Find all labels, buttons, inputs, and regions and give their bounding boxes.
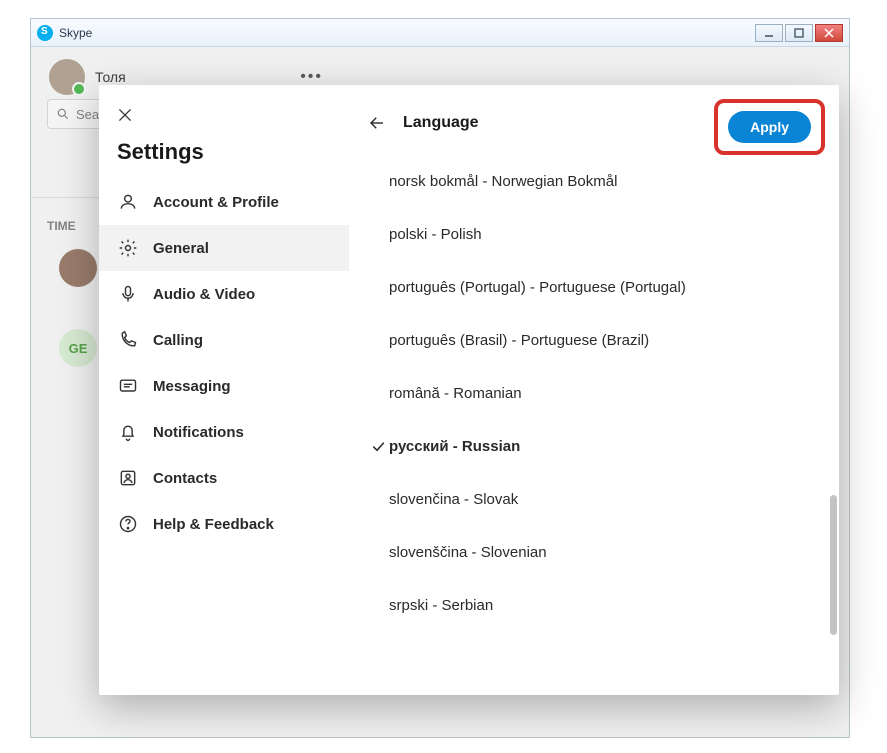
language-option[interactable]: norsk bokmål - Norwegian Bokmål bbox=[367, 155, 815, 208]
language-label: română - Romanian bbox=[389, 385, 522, 402]
apply-highlight: Apply bbox=[714, 99, 825, 155]
language-label: português (Brasil) - Portuguese (Brazil) bbox=[389, 332, 649, 349]
language-label: русский - Russian bbox=[389, 438, 520, 455]
person-icon bbox=[117, 191, 139, 213]
language-option[interactable]: română - Romanian bbox=[367, 367, 815, 420]
language-label: polski - Polish bbox=[389, 226, 482, 243]
contacts-icon bbox=[117, 467, 139, 489]
language-option[interactable]: português (Portugal) - Portuguese (Portu… bbox=[367, 261, 815, 314]
titlebar: Skype bbox=[31, 19, 849, 47]
language-label: português (Portugal) - Portuguese (Portu… bbox=[389, 279, 686, 296]
nav-account-profile[interactable]: Account & Profile bbox=[99, 179, 349, 225]
language-option[interactable]: português (Brasil) - Portuguese (Brazil) bbox=[367, 314, 815, 367]
language-label: slovenčina - Slovak bbox=[389, 491, 518, 508]
back-button[interactable] bbox=[357, 103, 397, 143]
gear-icon bbox=[117, 237, 139, 259]
language-label: slovenščina - Slovenian bbox=[389, 544, 547, 561]
settings-title: Settings bbox=[99, 135, 349, 179]
nav-contacts[interactable]: Contacts bbox=[99, 455, 349, 501]
nav-notifications[interactable]: Notifications bbox=[99, 409, 349, 455]
settings-sidebar: Settings Account & Profile General Audio… bbox=[99, 85, 349, 695]
skype-icon bbox=[37, 25, 53, 41]
close-modal-button[interactable] bbox=[105, 95, 145, 135]
language-label: norsk bokmål - Norwegian Bokmål bbox=[389, 173, 617, 190]
content-title: Language bbox=[403, 114, 479, 132]
maximize-button[interactable] bbox=[785, 24, 813, 42]
language-option[interactable]: polski - Polish bbox=[367, 208, 815, 261]
language-option[interactable]: srpski - Serbian bbox=[367, 579, 815, 632]
scrollbar-thumb[interactable] bbox=[830, 495, 837, 635]
message-icon bbox=[117, 375, 139, 397]
minimize-button[interactable] bbox=[755, 24, 783, 42]
arrow-left-icon bbox=[368, 114, 386, 132]
language-option[interactable]: slovenščina - Slovenian bbox=[367, 526, 815, 579]
nav-help-feedback[interactable]: Help & Feedback bbox=[99, 501, 349, 547]
bell-icon bbox=[117, 421, 139, 443]
nav-general[interactable]: General bbox=[99, 225, 349, 271]
app-window: Skype Толя ••• Sea Chats TIME GE Not you… bbox=[30, 18, 850, 738]
settings-modal: Settings Account & Profile General Audio… bbox=[99, 85, 839, 695]
help-icon bbox=[117, 513, 139, 535]
phone-icon bbox=[117, 329, 139, 351]
check-icon bbox=[367, 439, 389, 454]
settings-content: Language Apply norsk bokmål - Norwegian … bbox=[349, 85, 839, 695]
close-button[interactable] bbox=[815, 24, 843, 42]
apply-button[interactable]: Apply bbox=[728, 111, 811, 143]
microphone-icon bbox=[117, 283, 139, 305]
close-icon bbox=[117, 107, 133, 123]
nav-calling[interactable]: Calling bbox=[99, 317, 349, 363]
language-label: srpski - Serbian bbox=[389, 597, 493, 614]
nav-audio-video[interactable]: Audio & Video bbox=[99, 271, 349, 317]
language-option[interactable]: русский - Russian bbox=[367, 420, 815, 473]
language-option[interactable]: slovenčina - Slovak bbox=[367, 473, 815, 526]
language-list[interactable]: norsk bokmål - Norwegian Bokmål polski - … bbox=[367, 155, 815, 685]
window-title: Skype bbox=[59, 26, 753, 40]
nav-messaging[interactable]: Messaging bbox=[99, 363, 349, 409]
